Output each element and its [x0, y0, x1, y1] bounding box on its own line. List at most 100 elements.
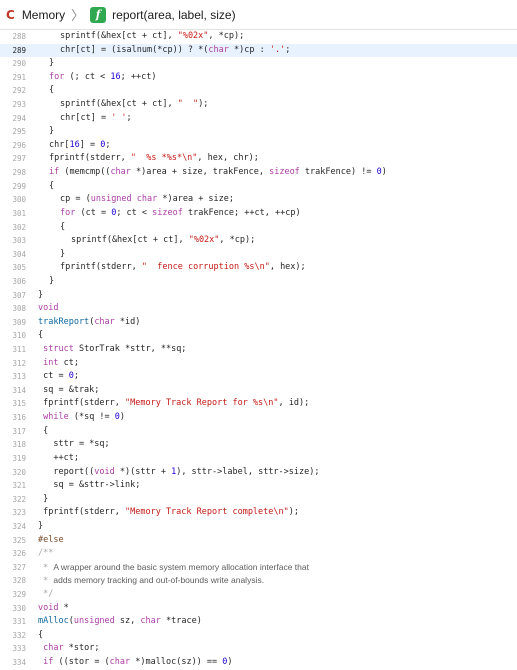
line-number: 314 [12, 385, 26, 395]
code-text: { [38, 629, 43, 643]
code-line[interactable]: 331 mAlloc(unsigned sz, char *trace) [0, 615, 517, 629]
breadcrumb-file[interactable]: Memory [22, 8, 65, 22]
code-token: report(( [38, 466, 95, 477]
code-line[interactable]: 302 { [0, 221, 517, 235]
code-token: 16 [110, 71, 121, 82]
code-line[interactable]: 311 struct StorTrak *sttr, **sq; [0, 343, 517, 357]
code-line[interactable]: 322 } [0, 493, 517, 507]
code-token: * [38, 562, 54, 573]
line-number: 313 [12, 372, 26, 382]
code-token: " fence corruption %s\n" [141, 262, 270, 273]
code-line[interactable]: 297 fprintf(stderr, " %s *%s*\n", hex, ch… [0, 152, 517, 166]
code-line[interactable]: 327 * A wrapper around the basic system … [0, 561, 517, 575]
code-line[interactable]: 314 sq = &trak; [0, 384, 517, 398]
code-token: for [49, 71, 65, 82]
code-line[interactable]: 309 trakReport(char *id) [0, 316, 517, 330]
code-line[interactable]: 334 if ((stor = (char *)malloc(sz)) == 0… [0, 656, 517, 670]
code-line[interactable]: 319 ++ct; [0, 452, 517, 466]
code-line[interactable]: 325 #else [0, 534, 517, 548]
code-token: if [43, 657, 54, 668]
code-line[interactable]: 323 fprintf(stderr, "Memory Track Report… [0, 506, 517, 520]
code-token: ] = [79, 139, 101, 150]
line-number: 333 [12, 644, 26, 654]
code-token: sttr = *sq; [38, 439, 110, 450]
code-token: sq = &trak; [38, 384, 100, 395]
line-number: 295 [12, 127, 26, 137]
code-line[interactable]: 328 * adds memory tracking and out-of-bo… [0, 574, 517, 588]
code-line[interactable]: 301 for (ct = 0; ct < sizeof trakFence; +… [0, 207, 517, 221]
code-token: (memcmp(( [59, 167, 111, 178]
breadcrumb-function[interactable]: report(area, label, size) [112, 8, 235, 22]
line-number: 289 [12, 45, 26, 55]
code-line[interactable]: 295} [0, 125, 517, 139]
code-line[interactable]: 292 { [0, 84, 517, 98]
code-token: ((stor = ( [53, 657, 110, 668]
code-line[interactable]: 296 chr[16] = 0; [0, 139, 517, 153]
code-text: } [60, 248, 65, 262]
code-text: for (; ct < 16; ++ct) [49, 71, 157, 85]
code-token: ) [381, 167, 387, 178]
line-number: 294 [12, 113, 26, 123]
code-line[interactable]: 289 chr[ct] = (isalnum(*cp)) ? *(char *)c… [0, 43, 517, 58]
code-token: , *cp); [219, 235, 256, 246]
code-line[interactable]: 329 */ [0, 588, 517, 602]
code-line[interactable]: 305 fprintf(stderr, " fence corruption %s… [0, 261, 517, 275]
code-text: sprintf(&hex[ct + ct], "%02x", *cp); [60, 30, 244, 44]
code-line[interactable]: 330 void * [0, 602, 517, 616]
code-line[interactable]: 310 { [0, 329, 517, 343]
code-line[interactable]: 298 if (memcmp((char *)area + size, trakF… [0, 166, 517, 180]
line-number: 328 [12, 576, 26, 586]
code-token: } [38, 493, 49, 504]
code-editor[interactable]: 288 sprintf(&hex[ct + ct], "%02x", *cp); 2… [0, 30, 517, 670]
code-line[interactable]: 315 fprintf(stderr, "Memory Track Report… [0, 397, 517, 411]
code-token: ) [119, 412, 126, 423]
code-token: , *cp); [208, 31, 245, 41]
code-line[interactable]: 316 while (*sq != 0) [0, 411, 517, 425]
code-token: *)malloc(sz)) == [130, 657, 223, 668]
line-number: 306 [12, 276, 26, 286]
line-number: 327 [12, 562, 26, 572]
line-number: 331 [12, 617, 26, 627]
code-line[interactable]: 318 sttr = *sq; [0, 438, 517, 452]
code-line[interactable]: 307} [0, 289, 517, 303]
code-line[interactable]: 288 sprintf(&hex[ct + ct], "%02x", *cp); [0, 30, 517, 44]
code-text: #else [38, 534, 64, 548]
code-line[interactable]: 299 { [0, 180, 517, 194]
code-line[interactable]: 320 report((void *)(sttr + 1), sttr->lab… [0, 466, 517, 480]
code-token: /** [38, 548, 54, 559]
code-line[interactable]: 293 sprintf(&hex[ct + ct], " "); [0, 98, 517, 112]
code-text: sprintf(&hex[ct + ct], "%02x", *cp); [71, 234, 255, 248]
code-text: } [38, 289, 43, 303]
code-token: chr[ct] = (isalnum(*cp)) ? *( [60, 44, 209, 55]
code-token: while [43, 412, 69, 423]
code-token: ; ++ct) [120, 71, 157, 82]
code-token: char [94, 316, 115, 327]
code-line[interactable]: 317 { [0, 425, 517, 439]
code-token: "%02x" [177, 31, 209, 41]
code-line[interactable]: 291 for (; ct < 16; ++ct) [0, 71, 517, 85]
code-token: sprintf(&hex[ct + ct], [60, 99, 178, 110]
code-token: } [49, 126, 55, 137]
line-number: 292 [12, 86, 26, 96]
code-line[interactable]: 306} [0, 275, 517, 289]
code-line[interactable]: 324} [0, 520, 517, 534]
code-line[interactable]: 333 char *stor; [0, 642, 517, 656]
code-line[interactable]: 290} [0, 57, 517, 71]
code-text: fprintf(stderr, "Memory Track Report com… [38, 506, 299, 520]
code-token: fprintf(stderr, [60, 262, 142, 273]
code-line[interactable]: 326 /** [0, 547, 517, 561]
code-line[interactable]: 313 ct = 0; [0, 370, 517, 384]
code-line[interactable]: 308 void [0, 302, 517, 316]
code-token: StorTrak *sttr, **sq; [73, 344, 187, 355]
code-line[interactable]: 332 { [0, 629, 517, 643]
code-line[interactable]: 304} [0, 248, 517, 262]
code-line[interactable]: 303 sprintf(&hex[ct + ct], "%02x", *cp); [0, 234, 517, 248]
code-text: * adds memory tracking and out-of-bounds… [38, 574, 264, 589]
code-line[interactable]: 300 cp = (unsigned char *)area + size; [0, 193, 517, 207]
code-line[interactable]: 312 int ct; [0, 357, 517, 371]
code-line[interactable]: 294 chr[ct] = ' '; [0, 112, 517, 126]
code-line[interactable]: 321 sq = &sttr->link; [0, 479, 517, 493]
code-token: { [38, 629, 44, 640]
code-text: fprintf(stderr, " %s *%s*\n", hex, chr); [49, 152, 259, 166]
code-token: trakFence; ++ct, ++cp) [182, 207, 301, 218]
